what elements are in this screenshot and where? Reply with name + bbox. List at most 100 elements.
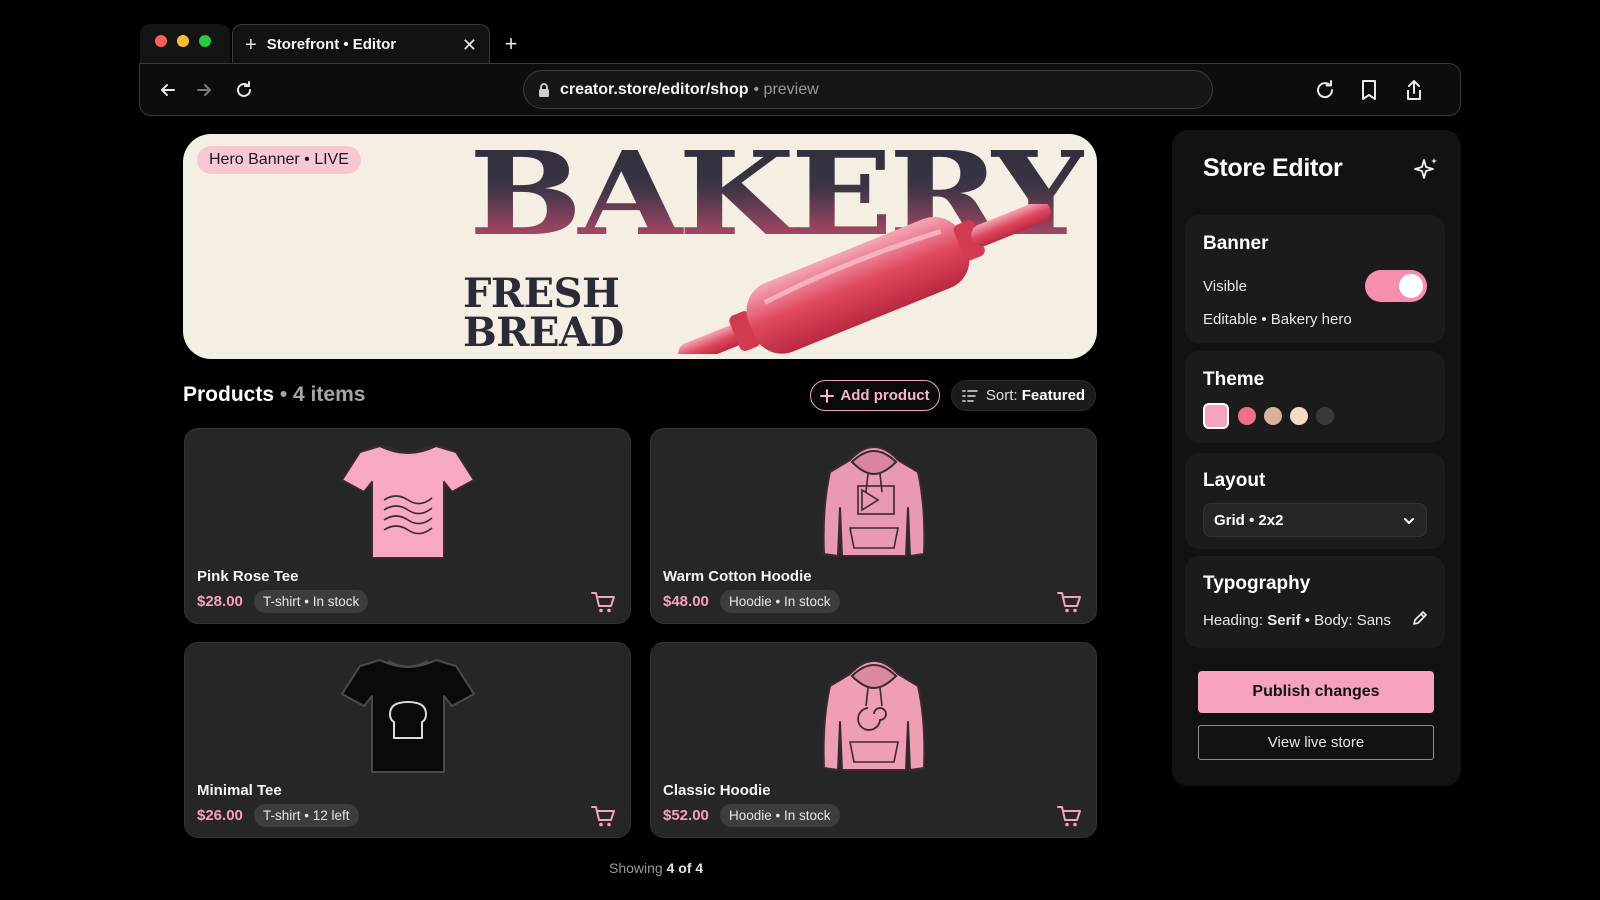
product-name[interactable]: Classic Hoodie bbox=[663, 782, 771, 799]
close-tab-icon[interactable]: ✕ bbox=[462, 36, 477, 54]
back-button[interactable] bbox=[154, 76, 182, 104]
add-product-label: Add product bbox=[840, 387, 930, 404]
layout-select[interactable]: Grid • 2x2 bbox=[1203, 503, 1427, 537]
theme-swatch-cream[interactable] bbox=[1290, 407, 1308, 425]
layout-selected-value: Grid • 2x2 bbox=[1214, 511, 1284, 529]
chevron-down-icon bbox=[1404, 518, 1414, 524]
cart-icon[interactable] bbox=[590, 803, 616, 829]
body-font-label: • Body: Sans bbox=[1304, 612, 1391, 629]
reload-icon bbox=[237, 81, 251, 97]
banner-section: Banner Visible Editable • Bakery hero bbox=[1185, 215, 1445, 343]
heading-font-label: Heading: bbox=[1203, 612, 1264, 629]
hero-badge: Hero Banner • LIVE bbox=[197, 146, 361, 174]
maximize-window-icon[interactable] bbox=[199, 35, 211, 47]
visible-label: Visible bbox=[1203, 278, 1247, 295]
share-icon bbox=[1407, 80, 1421, 100]
bookmark-button[interactable] bbox=[1355, 76, 1383, 104]
hero-subtitle: FRESH BREAD bbox=[463, 270, 624, 357]
typography-heading: Typography bbox=[1203, 573, 1311, 594]
theme-swatch-tan[interactable] bbox=[1264, 407, 1282, 425]
pink-tshirt-icon bbox=[333, 437, 483, 563]
typography-summary: Heading: Serif • Body: Sans bbox=[1203, 612, 1391, 629]
banner-meta: Editable • Bakery hero bbox=[1203, 311, 1352, 328]
product-card[interactable]: Warm Cotton Hoodie $48.00 Hoodie • In st… bbox=[650, 428, 1097, 624]
theme-swatch-pink-selected[interactable] bbox=[1203, 403, 1229, 429]
url-suffix: • preview bbox=[753, 80, 819, 98]
new-tab-button[interactable]: + bbox=[497, 30, 525, 58]
add-product-button[interactable]: Add product bbox=[810, 380, 940, 411]
banner-visible-toggle[interactable] bbox=[1365, 270, 1427, 302]
pencil-icon[interactable] bbox=[1411, 609, 1429, 627]
url-host: creator.store/editor/shop bbox=[560, 80, 749, 98]
publish-changes-button[interactable]: Publish changes bbox=[1198, 671, 1434, 713]
reload-button[interactable] bbox=[230, 76, 258, 104]
products-count: • 4 items bbox=[279, 383, 366, 406]
minimize-window-icon[interactable] bbox=[177, 35, 189, 47]
theme-swatch-charcoal[interactable] bbox=[1316, 407, 1334, 425]
hero-subtitle-line-1: FRESH bbox=[463, 270, 620, 317]
close-window-icon[interactable] bbox=[155, 35, 167, 47]
cart-icon[interactable] bbox=[1056, 589, 1082, 615]
product-tag: Hoodie • In stock bbox=[720, 804, 840, 827]
pink-hoodie-play-icon bbox=[799, 437, 949, 563]
share-button[interactable] bbox=[1400, 76, 1428, 104]
product-name[interactable]: Pink Rose Tee bbox=[197, 568, 298, 585]
panel-title: Store Editor bbox=[1203, 154, 1343, 182]
tab-title: Storefront • Editor bbox=[266, 36, 397, 53]
product-tag: T-shirt • 12 left bbox=[254, 804, 359, 827]
black-tshirt-bread-icon bbox=[333, 651, 483, 777]
lock-icon bbox=[538, 82, 550, 97]
product-card[interactable]: Pink Rose Tee $28.00 T-shirt • In stock bbox=[184, 428, 631, 624]
products-heading: Products • 4 items bbox=[183, 383, 365, 407]
refresh-page-button[interactable] bbox=[1311, 76, 1339, 104]
theme-section: Theme bbox=[1185, 351, 1445, 443]
refresh-icon bbox=[1317, 80, 1334, 99]
sort-list-icon bbox=[962, 389, 978, 402]
product-name[interactable]: Warm Cotton Hoodie bbox=[663, 568, 812, 585]
product-price: $28.00 bbox=[197, 593, 243, 610]
plus-icon: + bbox=[245, 33, 257, 56]
product-name[interactable]: Minimal Tee bbox=[197, 782, 282, 799]
cart-icon[interactable] bbox=[590, 589, 616, 615]
tab-storefront-editor[interactable]: + Storefront • Editor ✕ bbox=[232, 24, 490, 64]
products-title: Products bbox=[183, 383, 275, 406]
hero-banner[interactable]: Hero Banner • LIVE BAKERY FRESH BREAD bbox=[183, 134, 1097, 359]
sparkle-icon[interactable] bbox=[1413, 156, 1439, 182]
sort-prefix: Sort: bbox=[985, 387, 1018, 404]
showing-count: 4 of 4 bbox=[666, 860, 704, 876]
product-tag: Hoodie • In stock bbox=[720, 590, 840, 613]
address-bar[interactable]: creator.store/editor/shop • preview bbox=[523, 70, 1213, 109]
theme-heading: Theme bbox=[1203, 369, 1265, 390]
product-card[interactable]: Classic Hoodie $52.00 Hoodie • In stock bbox=[650, 642, 1097, 838]
arrow-left-icon bbox=[161, 84, 175, 96]
cart-icon[interactable] bbox=[1056, 803, 1082, 829]
layout-section: Layout Grid • 2x2 bbox=[1185, 453, 1445, 549]
showing-prefix: Showing bbox=[609, 860, 663, 876]
rolling-pin-icon bbox=[678, 204, 1051, 354]
pink-hoodie-swirl-icon bbox=[799, 651, 949, 777]
store-editor-panel: Store Editor Banner Visible Editable • B… bbox=[1172, 130, 1461, 786]
plus-icon bbox=[820, 388, 835, 403]
arrow-right-icon bbox=[197, 84, 211, 96]
navigation-bar: creator.store/editor/shop • preview bbox=[139, 63, 1461, 116]
product-price: $52.00 bbox=[663, 807, 709, 824]
tab-bar: + Storefront • Editor ✕ + bbox=[140, 24, 540, 64]
toggle-knob bbox=[1399, 274, 1423, 298]
sort-value: Featured bbox=[1021, 387, 1086, 404]
product-tag: T-shirt • In stock bbox=[254, 590, 369, 613]
view-live-store-button[interactable]: View live store bbox=[1198, 725, 1434, 760]
typography-section: Typography Heading: Serif • Body: Sans bbox=[1185, 556, 1445, 648]
product-card[interactable]: Minimal Tee $26.00 T-shirt • 12 left bbox=[184, 642, 631, 838]
hero-subtitle-line-2: BREAD bbox=[463, 309, 624, 357]
pagination-status: Showing 4 of 4 bbox=[609, 860, 703, 876]
product-price: $26.00 bbox=[197, 807, 243, 824]
banner-heading: Banner bbox=[1203, 233, 1269, 254]
forward-button[interactable] bbox=[190, 76, 218, 104]
layout-heading: Layout bbox=[1203, 470, 1266, 491]
theme-swatch-rose[interactable] bbox=[1238, 407, 1256, 425]
heading-font-value: Serif bbox=[1267, 612, 1301, 629]
bookmark-icon bbox=[1362, 80, 1376, 100]
product-price: $48.00 bbox=[663, 593, 709, 610]
window-controls bbox=[140, 24, 230, 64]
sort-dropdown[interactable]: Sort: Featured bbox=[951, 380, 1096, 411]
